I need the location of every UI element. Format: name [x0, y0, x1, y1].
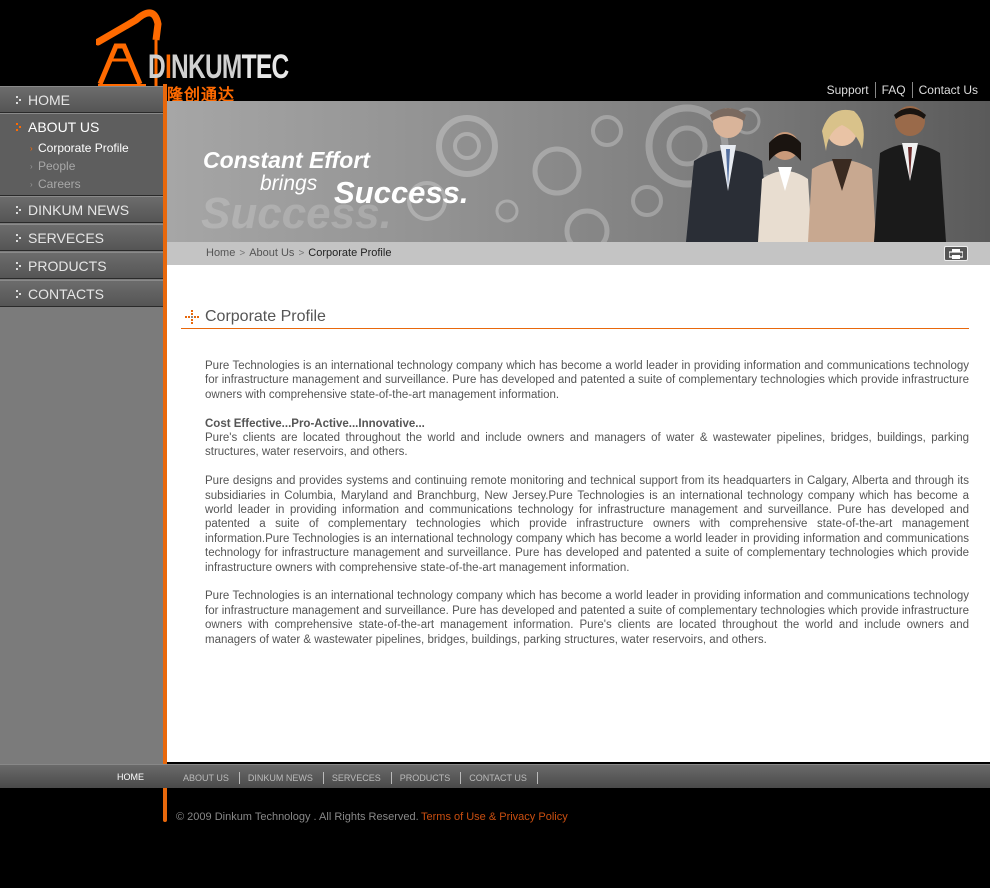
footer-nav-bar: HOME ABOUT US DINKUM NEWS SERVECES PRODU… — [0, 764, 990, 788]
arrow-icon: › — [30, 180, 33, 189]
sidebar-item-label: HOME — [28, 92, 70, 108]
section-header: Corporate Profile — [181, 307, 969, 329]
banner-slogan: Constant Effort — [203, 147, 370, 173]
terms-link[interactable]: Terms of Use & Privacy Policy — [421, 811, 568, 823]
footer-home-link[interactable]: HOME — [117, 772, 144, 782]
footer-link-about[interactable]: ABOUT US — [175, 773, 239, 783]
paragraph: Pure Technologies is an international te… — [205, 360, 969, 401]
sidebar-item-label: DINKUM NEWS — [28, 202, 130, 218]
breadcrumb-home[interactable]: Home — [206, 247, 235, 259]
paragraph: Pure Technologies is an international te… — [205, 590, 969, 646]
dots-icon — [16, 96, 21, 105]
breadcrumb-about[interactable]: About Us — [249, 247, 294, 259]
sidebar-item-about[interactable]: ABOUT US › Corporate Profile › People › Car… — [0, 113, 163, 196]
sidebar-item-products[interactable]: PRODUCTS — [0, 252, 163, 279]
subnav-careers[interactable]: › Careers — [30, 177, 81, 191]
team-photo — [686, 106, 946, 242]
article-body: Pure Technologies is an international te… — [205, 359, 969, 661]
dots-icon — [16, 234, 21, 243]
dots-icon — [16, 290, 21, 299]
breadcrumb-current: Corporate Profile — [308, 247, 392, 259]
plus-bullet-icon — [185, 310, 199, 324]
subheading: Cost Effective...Pro-Active...Innovative… — [205, 417, 425, 430]
sidebar-item-label: SERVECES — [28, 230, 104, 246]
subnav-people[interactable]: › People — [30, 159, 75, 173]
subnav-corporate-profile[interactable]: › Corporate Profile — [30, 141, 129, 155]
breadcrumb: Home > About Us > Corporate Profile — [206, 247, 391, 259]
paragraph: Pure's clients are located throughout th… — [205, 432, 969, 459]
sidebar-item-contacts[interactable]: CONTACTS — [0, 280, 163, 307]
support-link[interactable]: Support — [821, 82, 875, 98]
sidebar-item-label: ABOUT US — [28, 119, 100, 135]
dots-icon — [16, 262, 21, 271]
sidebar-item-news[interactable]: DINKUM NEWS — [0, 196, 163, 223]
banner-slogan: brings — [260, 172, 318, 195]
print-button[interactable] — [944, 246, 968, 261]
sidebar-item-home[interactable]: HOME — [0, 86, 163, 113]
footer-link-contact[interactable]: CONTACT US — [461, 773, 537, 783]
arrow-icon: › — [30, 162, 33, 171]
sidebar-item-services[interactable]: SERVECES — [0, 224, 163, 251]
chevron-right-icon: > — [298, 247, 305, 259]
sidebar-item-label: CONTACTS — [28, 286, 104, 302]
divider — [536, 772, 538, 784]
footer-link-news[interactable]: DINKUM NEWS — [240, 773, 323, 783]
dots-icon — [16, 123, 21, 132]
breadcrumb-bar: Home > About Us > Corporate Profile — [167, 242, 990, 265]
copyright-text: © 2009 Dinkum Technology . All Rights Re… — [176, 811, 419, 823]
top-links: Support FAQ Contact Us — [821, 82, 978, 98]
footer-nav: ABOUT US DINKUM NEWS SERVECES PRODUCTS C… — [175, 772, 538, 784]
chevron-right-icon: > — [239, 247, 246, 259]
sidebar-item-label: PRODUCTS — [28, 258, 107, 274]
footer-link-products[interactable]: PRODUCTS — [392, 773, 461, 783]
arrow-icon: › — [30, 144, 33, 153]
contact-us-link[interactable]: Contact Us — [913, 82, 978, 98]
banner: Success. Constant Effort brings Success. — [167, 101, 990, 242]
banner-slogan: Success. — [334, 175, 469, 210]
main-content: Corporate Profile Pure Technologies is a… — [167, 265, 990, 762]
print-icon — [949, 249, 963, 259]
page-title: Corporate Profile — [205, 308, 326, 325]
dots-icon — [16, 206, 21, 215]
footer-link-services[interactable]: SERVECES — [324, 773, 391, 783]
logo-wordmark: DINKUMTEC — [148, 48, 289, 86]
paragraph: Pure designs and provides systems and co… — [205, 475, 969, 574]
faq-link[interactable]: FAQ — [876, 82, 912, 98]
